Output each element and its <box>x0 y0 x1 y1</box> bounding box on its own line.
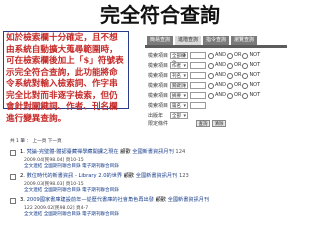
result-author: 顧歡 <box>120 149 131 155</box>
op-or[interactable]: OR <box>227 52 241 59</box>
radio-icon <box>242 52 249 59</box>
radio-icon <box>208 52 214 59</box>
result-title[interactable]: 數位時代的新書資訊 - Library 2.0的世界 <box>27 173 122 179</box>
tab-advanced[interactable]: 進階查詢 <box>175 36 202 45</box>
result-count: 123 <box>178 173 189 179</box>
op-not[interactable]: NOT <box>242 92 260 99</box>
search-row: 檢索項目 篇名 <box>148 102 298 112</box>
operator-group: AND OR NOT <box>208 92 260 99</box>
field-select[interactable]: 關鍵詞 <box>170 82 188 90</box>
select-checkbox[interactable] <box>10 198 16 204</box>
search-row: 檢索項目 摘要 AND OR NOT <box>148 92 298 102</box>
radio-icon <box>208 62 214 69</box>
row-label: 檢索項目 <box>148 93 169 99</box>
result-item: 2. 數位時代的新書資訊 - Library 2.0的世界 顧歡 全國新書資訊月… <box>10 172 308 194</box>
filter-label: 限定條件 <box>148 121 169 127</box>
search-row: 檢索項目 全部欄位 AND OR NOT <box>148 52 298 66</box>
row-label: 檢索項目 <box>148 73 169 79</box>
radio-icon <box>242 92 249 99</box>
tab-simple[interactable]: 簡易查詢 <box>147 36 174 45</box>
row-label: 檢索項目 <box>148 63 169 69</box>
journal-link[interactable]: 全國新書資訊月刊 <box>168 197 210 203</box>
radio-icon <box>208 82 214 89</box>
field-select[interactable]: 篇名 <box>170 102 188 110</box>
result-item: 1. 梵論-完璧體-體認臺藏禪學藏開課之現在 顧歡 全國新書資訊月刊 124 2… <box>10 148 308 170</box>
op-not[interactable]: NOT <box>242 72 260 79</box>
op-and[interactable]: AND <box>208 82 226 89</box>
radio-icon <box>227 92 234 99</box>
op-and[interactable]: AND <box>208 62 226 69</box>
keyword-input[interactable] <box>190 82 206 89</box>
radio-icon <box>242 82 249 89</box>
year-select[interactable]: 全部 <box>170 112 188 120</box>
select-checkbox[interactable] <box>10 150 16 156</box>
field-select[interactable]: 摘要 <box>170 92 188 100</box>
row-label: 檢索項目 <box>148 103 169 109</box>
result-title[interactable]: 梵論-完璧體-體認臺藏禪學藏開課之現在 <box>27 149 119 155</box>
radio-icon <box>208 72 214 79</box>
op-or[interactable]: OR <box>227 82 241 89</box>
search-tabs: 簡易查詢 進階查詢 指令查詢 瀏覽查詢 <box>147 36 258 45</box>
op-not[interactable]: NOT <box>242 52 260 59</box>
journal-link[interactable]: 全國新書資訊月刊 <box>136 173 178 179</box>
results-toolbar: 共 1 筆 ： 上一頁 下一頁 <box>10 139 62 144</box>
row-label: 檢索項目 <box>148 53 169 59</box>
callout-explanation: 如於檢索欄十分確定，且不想由系統自動擴大蒐尋範圍時，可在檢索欄後加上「$」符號表… <box>3 31 129 124</box>
op-and[interactable]: AND <box>208 72 226 79</box>
tab-browse[interactable]: 瀏覽查詢 <box>231 36 258 45</box>
filter-row: 限定條件 查詢 清除 <box>148 120 318 130</box>
operator-group: AND OR NOT <box>208 52 260 59</box>
field-select[interactable]: 刊名 <box>170 72 188 80</box>
op-or[interactable]: OR <box>227 72 241 79</box>
op-or[interactable]: OR <box>227 92 241 99</box>
tab-underline <box>145 45 287 48</box>
operator-group: AND OR NOT <box>208 72 260 79</box>
result-actions[interactable]: 全文連結 全國期刊聯合目錄 電子期刊聯合目錄 <box>24 187 119 194</box>
keyword-input[interactable] <box>190 92 206 99</box>
keyword-input[interactable] <box>190 52 206 59</box>
op-not[interactable]: NOT <box>242 82 260 89</box>
operator-group: AND OR NOT <box>208 82 260 89</box>
submit-button[interactable]: 查詢 <box>196 120 210 127</box>
clear-button[interactable]: 清除 <box>212 120 226 127</box>
radio-icon <box>242 62 249 69</box>
operator-group: AND OR NOT <box>208 62 260 69</box>
keyword-input[interactable] <box>190 72 206 79</box>
select-checkbox[interactable] <box>10 174 16 180</box>
field-select[interactable]: 作者 <box>170 62 188 70</box>
result-author: 顧歡 <box>123 173 135 179</box>
result-item: 3. 2009國家書庫建設前年—從歷代書庫的社會角色再出發 顧歡 全國新書資訊月… <box>10 196 308 218</box>
op-and[interactable]: AND <box>208 52 226 59</box>
field-select[interactable]: 全部欄位 <box>170 52 188 66</box>
slide-title: 完全符合查詢 <box>100 3 220 27</box>
result-actions[interactable]: 全文連結 全國期刊聯合目錄 電子期刊聯合目錄 <box>24 211 119 218</box>
op-or[interactable]: OR <box>227 62 241 69</box>
result-title[interactable]: 2009國家書庫建設前年—從歷代書庫的社會角色再出發 <box>27 197 154 203</box>
radio-icon <box>227 62 234 69</box>
result-count: 124 <box>175 149 186 155</box>
row-label: 檢索項目 <box>148 83 169 89</box>
result-author: 顧歡 <box>155 197 166 203</box>
search-row: 檢索項目 關鍵詞 AND OR NOT <box>148 82 298 92</box>
journal-link[interactable]: 全國新書資訊月刊 <box>132 149 174 155</box>
search-row: 檢索項目 刊名 AND OR NOT <box>148 72 298 82</box>
tab-command[interactable]: 指令查詢 <box>203 36 230 45</box>
keyword-input[interactable] <box>190 62 206 69</box>
row-label: 出版年 <box>148 113 164 119</box>
op-and[interactable]: AND <box>208 92 226 99</box>
radio-icon <box>227 52 234 59</box>
result-actions[interactable]: 全文連結 全國期刊聯合目錄 電子期刊聯合目錄 <box>24 163 119 170</box>
result-line: 3. 2009國家書庫建設前年—從歷代書庫的社會角色再出發 顧歡 全國新書資訊月… <box>20 197 210 203</box>
op-not[interactable]: NOT <box>242 62 260 69</box>
result-line: 2. 數位時代的新書資訊 - Library 2.0的世界 顧歡 全國新書資訊月… <box>20 173 189 179</box>
radio-icon <box>227 72 234 79</box>
result-line: 1. 梵論-完璧體-體認臺藏禪學藏開課之現在 顧歡 全國新書資訊月刊 124 <box>20 149 186 155</box>
radio-icon <box>208 92 214 99</box>
keyword-input[interactable] <box>190 102 206 109</box>
radio-icon <box>227 82 234 89</box>
search-row: 檢索項目 作者 AND OR NOT <box>148 62 298 72</box>
radio-icon <box>242 72 249 79</box>
